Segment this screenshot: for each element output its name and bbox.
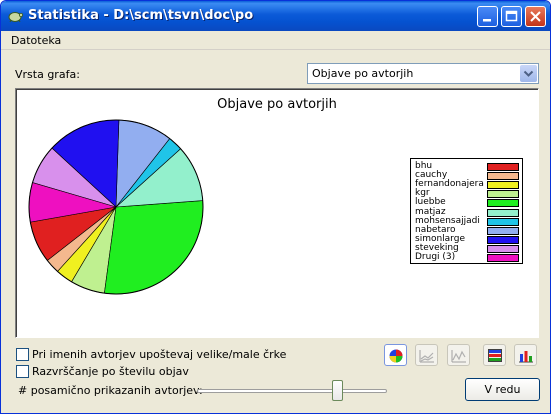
chart-legend: bhu cauchy fernandonajera kgr luebbe matjaz mo… — [410, 158, 523, 264]
case-sensitive-checkbox[interactable] — [16, 348, 29, 361]
graph-type-select[interactable]: Objave po avtorjih — [307, 63, 539, 84]
stacked-bar-chart-button[interactable] — [483, 344, 506, 366]
legend-swatch — [487, 226, 519, 235]
line-chart-button[interactable] — [415, 344, 438, 366]
legend-swatch — [487, 244, 519, 253]
minimize-button[interactable] — [477, 6, 498, 27]
legend-swatch — [487, 254, 519, 262]
maximize-button[interactable] — [501, 6, 522, 27]
close-icon — [530, 11, 541, 22]
window-title: Statistika - D:\scm\tsvn\doc\po — [28, 8, 254, 23]
line-chart-icon — [419, 350, 434, 363]
stacked-line-chart-button[interactable] — [447, 344, 470, 366]
dropdown-button[interactable] — [520, 65, 537, 82]
legend-swatch — [487, 163, 519, 171]
legend-swatch — [487, 172, 519, 181]
minimize-icon — [483, 19, 491, 22]
pie-chart-icon — [389, 349, 403, 363]
pie-chart-button[interactable] — [384, 344, 407, 366]
menu-bar: Datoteka — [1, 31, 550, 50]
sort-by-commits-checkbox[interactable] — [16, 365, 29, 378]
graph-type-label: Vrsta grafa: — [15, 68, 80, 81]
stacked-bar-chart-icon — [488, 349, 502, 362]
bar-chart-button[interactable] — [514, 344, 537, 366]
stacked-line-chart-icon — [451, 350, 466, 363]
case-sensitive-label: Pri imenih avtorjev upoštevaj velike/mal… — [32, 348, 287, 361]
legend-label: Drugi (3) — [415, 252, 456, 262]
pie-chart — [28, 119, 204, 295]
menu-file[interactable]: Datoteka — [11, 34, 61, 47]
authors-count-slider-thumb[interactable] — [332, 380, 343, 401]
authors-count-slider-track[interactable] — [197, 389, 387, 393]
legend-swatch — [487, 235, 519, 244]
ok-button[interactable]: V redu — [465, 378, 540, 401]
legend-item: Drugi (3) — [415, 252, 521, 263]
legend-swatch — [487, 199, 519, 208]
chevron-down-icon — [523, 70, 534, 77]
legend-swatch — [487, 217, 519, 226]
sort-by-commits-label: Razvrščanje po številu objav — [32, 365, 189, 378]
authors-count-label: # posamično prikazanih avtorjev: — [18, 384, 203, 397]
title-bar[interactable]: Statistika - D:\scm\tsvn\doc\po — [1, 1, 550, 31]
close-button[interactable] — [525, 6, 546, 27]
pie-slice-4 — [104, 200, 204, 295]
graph-type-value: Objave po avtorjih — [312, 67, 414, 80]
bar-chart-icon — [519, 351, 533, 363]
statistics-window: Statistika - D:\scm\tsvn\doc\po Datoteka… — [0, 0, 551, 414]
legend-swatch — [487, 208, 519, 217]
chart-panel: Objave po avtorjih bhu cauchy fernandonaje… — [15, 88, 539, 338]
tortoise-app-icon — [8, 12, 23, 23]
legend-swatch — [487, 190, 519, 199]
chart-title: Objave po avtorjih — [217, 97, 337, 112]
legend-swatch — [487, 181, 519, 190]
maximize-icon — [505, 10, 518, 22]
